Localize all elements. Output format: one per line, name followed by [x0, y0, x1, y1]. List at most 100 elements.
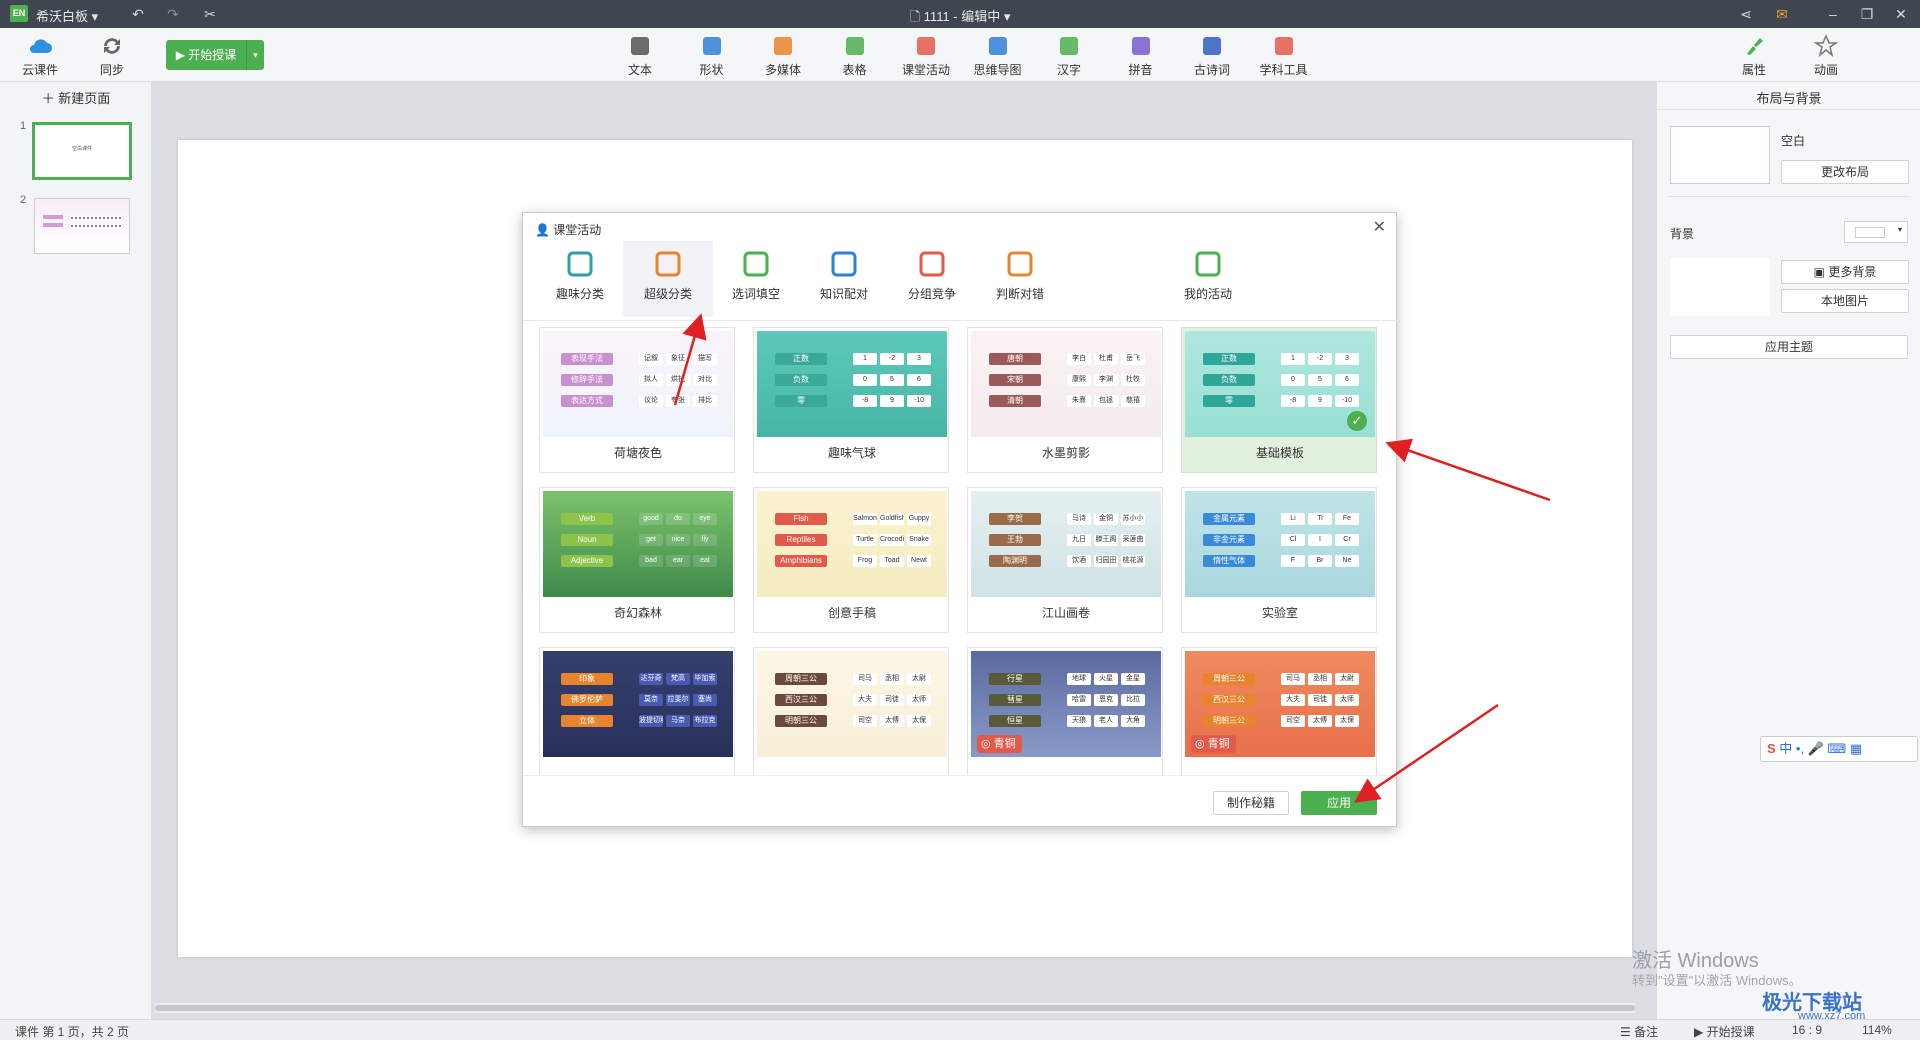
template-word: 大夫 [853, 694, 877, 706]
aspect-ratio[interactable]: 16 : 9 [1792, 1023, 1822, 1037]
template-word: 恩克 [1094, 694, 1118, 706]
page-thumbnail-2[interactable]: 2 [14, 194, 140, 256]
template-preview: 行星 彗星 恒星 地球 火星 金星 哈雷 恩克 比拉 天狼 老人 大角 ◎ 青铜 [971, 651, 1161, 757]
activity-tab-fill-blank[interactable]: 选词填空 [711, 241, 801, 317]
local-image-button[interactable]: 本地图片 [1781, 289, 1909, 313]
template-word: 毕加索 [693, 673, 717, 685]
background-preview[interactable] [1670, 258, 1770, 316]
toolbar-media-button[interactable]: 多媒体 [753, 34, 813, 80]
properties-button[interactable]: 属性 [1724, 34, 1784, 80]
zoom-level[interactable]: 114% [1862, 1023, 1892, 1037]
template-preview: 金属元素 非金元素 惰性气体 Li Ti Fe Cl I Cr F Br Ne [1185, 491, 1375, 597]
template-card[interactable]: 周朝三公 西汉三公 明朝三公 司马 丞相 太尉 大夫 司徒 太师 司空 太傅 太保 [753, 647, 949, 775]
template-word: 丞相 [1308, 673, 1332, 685]
activate-windows-watermark: 激活 Windows [1632, 950, 1759, 972]
template-word: 太傅 [880, 715, 904, 727]
group-vs-icon [919, 251, 945, 277]
animation-button[interactable]: 动画 [1796, 34, 1856, 80]
template-card[interactable]: 正数 负数零 1 -2 3 0 5 6 -8 9 -10 ✓ 基础模板 [1181, 327, 1377, 473]
activity-tab-super-classify[interactable]: 超级分类 [623, 241, 713, 317]
shape-icon [702, 37, 721, 55]
activity-tab-my-activity[interactable]: 我的活动 [1163, 241, 1253, 317]
toolbar-hanzi-button[interactable]: 汉字 [1039, 34, 1099, 80]
activity-tab-group-vs[interactable]: 分组竞争 [887, 241, 977, 317]
minimize-icon[interactable]: – [1823, 4, 1843, 24]
template-card[interactable]: 金属元素 非金元素 惰性气体 Li Ti Fe Cl I Cr F Br Ne 实验室 [1181, 487, 1377, 633]
dialog-close-icon[interactable]: ✕ [1373, 217, 1386, 237]
template-word: 岳飞 [1121, 353, 1145, 365]
scrollbar-thumb[interactable] [155, 1005, 1635, 1011]
template-card[interactable]: 行星 彗星 恒星 地球 火星 金星 哈雷 恩克 比拉 天狼 老人 大角 ◎ 青铜 [967, 647, 1163, 775]
share-icon[interactable]: ⋖ [1736, 4, 1756, 24]
true-false-icon [1007, 251, 1033, 277]
template-name: 实验室 [1261, 606, 1298, 620]
toolbar-classroom-activity-button[interactable]: 课堂活动 [896, 34, 956, 80]
template-word: 太师 [1335, 694, 1359, 706]
close-icon[interactable]: ✕ [1891, 4, 1911, 24]
apply-button[interactable]: 应用 [1301, 791, 1377, 815]
template-word: 包拯 [1094, 395, 1118, 407]
layout-preview[interactable] [1670, 126, 1770, 184]
template-card[interactable]: 印象佛罗伦萨立体 达芬奇梵高毕加索莫奈拉斐尔塞尚波提切利马奈布拉克 [539, 647, 735, 775]
template-tag: Noun [561, 534, 613, 546]
start-dropdown[interactable]: ▾ [246, 40, 264, 70]
template-card[interactable]: 李贺 王勃 陶渊明 马诗 金铜 苏小小 九日 滕王阁 采莲曲 饮酒 归园田 桃花源 江山画卷 [967, 487, 1163, 633]
template-card[interactable]: 正数 负数零 1 -2 3 0 5 6 -8 9 -10 趣味气球 [753, 327, 949, 473]
page-thumbnail-1[interactable]: 1 空白课件 [14, 120, 140, 186]
activity-tab-fun-classify[interactable]: 趣味分类 [535, 241, 625, 317]
template-card[interactable]: 唐朝 宋朝 清朝 李白 杜甫 岳飞 康熙 李渊 杜牧 朱熹 包拯 慈禧 水墨剪影 [967, 327, 1163, 473]
template-word: 归园田 [1094, 555, 1118, 567]
template-word: I [1308, 534, 1332, 546]
template-card[interactable]: Verb Noun Adjective good do eye get nice fly bad e… [539, 487, 735, 633]
statusbar-start-button[interactable]: ▶ 开始授课 [1694, 1023, 1755, 1040]
template-tag: 周朝三公 [1203, 673, 1255, 685]
template-word: Goldfish [880, 513, 904, 525]
template-tag: 正数 [1203, 353, 1255, 365]
template-word: 0 [1281, 374, 1305, 386]
properties-panel: 布局与背景 空白 更改布局 背景 ▾ ▣ 更多背景 本地图片 应用主题 [1656, 82, 1920, 1019]
activity-tab-true-false[interactable]: 判断对错 [975, 241, 1065, 317]
toolbar-text-button[interactable]: 文本 [610, 34, 670, 80]
toolbar-pinyin-button[interactable]: 拼音 [1111, 34, 1171, 80]
template-word: 3 [907, 353, 931, 365]
horizontal-scrollbar[interactable] [155, 1003, 1635, 1013]
background-color-picker[interactable]: ▾ [1844, 221, 1908, 243]
activity-tab-knowledge-pair[interactable]: 知识配对 [799, 241, 889, 317]
document-title[interactable]: 🗋 1111 - 编辑中 ▾ [0, 6, 1920, 30]
template-word: 大角 [1121, 715, 1145, 727]
template-word: F [1281, 555, 1305, 567]
cloud-courseware-button[interactable]: 云课件 [10, 34, 70, 80]
toolbar-mindmap-button[interactable]: 思维导图 [968, 34, 1028, 80]
template-word: good [639, 513, 663, 525]
template-word: 太师 [907, 694, 931, 706]
template-word: 排比 [693, 395, 717, 407]
toolbar-table-button[interactable]: 表格 [825, 34, 885, 80]
more-background-button[interactable]: ▣ 更多背景 [1781, 260, 1909, 284]
notes-button[interactable]: ☰ 备注 [1620, 1023, 1658, 1040]
template-word: 象征 [666, 353, 690, 365]
template-card[interactable]: Fish Reptiles Amphibians Salmon Goldfish Gupp… [753, 487, 949, 633]
new-page-button[interactable]: ＋ 新建页面 [0, 88, 152, 107]
template-tag: 唐朝 [989, 353, 1041, 365]
change-layout-button[interactable]: 更改布局 [1781, 160, 1909, 184]
ime-toolbar[interactable]: S 中 •, 🎤 ⌨ ▦ [1760, 736, 1918, 762]
template-tag: 宋朝 [989, 374, 1041, 386]
toolbar-poetry-button[interactable]: 古诗词 [1182, 34, 1242, 80]
make-tips-button[interactable]: 制作秘籍 [1213, 791, 1289, 815]
toolbar-subject-tools-button[interactable]: 学科工具 [1254, 34, 1314, 80]
toolbar-shape-button[interactable]: 形状 [682, 34, 742, 80]
template-word: 梵高 [666, 673, 690, 685]
mail-icon[interactable]: ✉ [1772, 4, 1792, 24]
template-word: -2 [880, 353, 904, 365]
sync-button[interactable]: 同步 [82, 34, 142, 80]
start-teaching-button[interactable]: ▶ 开始授课 ▾ [166, 40, 264, 70]
thumbnail-preview [34, 198, 130, 254]
template-preview: 印象佛罗伦萨立体 达芬奇梵高毕加索莫奈拉斐尔塞尚波提切利马奈布拉克 [543, 651, 733, 757]
template-card[interactable]: 周朝三公 西汉三公 明朝三公 司马 丞相 太尉 大夫 司徒 太师 司空 太傅 太保 ◎ 青铜 [1181, 647, 1377, 775]
restore-icon[interactable]: ❐ [1857, 4, 1877, 24]
template-card[interactable]: 表现手法 修辞手法 表达方式 记叙 象征 描写 拟人 烘托 对比 议论 夸张 排比 荷塘夜色 [539, 327, 735, 473]
template-preview: 周朝三公 西汉三公 明朝三公 司马 丞相 太尉 大夫 司徒 太师 司空 太傅 太保 ◎ 青铜 [1185, 651, 1375, 757]
template-word: 塞尚 [693, 694, 717, 706]
template-preview: 李贺 王勃 陶渊明 马诗 金铜 苏小小 九日 滕王阁 采莲曲 饮酒 归园田 桃花源 [971, 491, 1161, 597]
apply-theme-button[interactable]: 应用主题 [1670, 335, 1908, 359]
